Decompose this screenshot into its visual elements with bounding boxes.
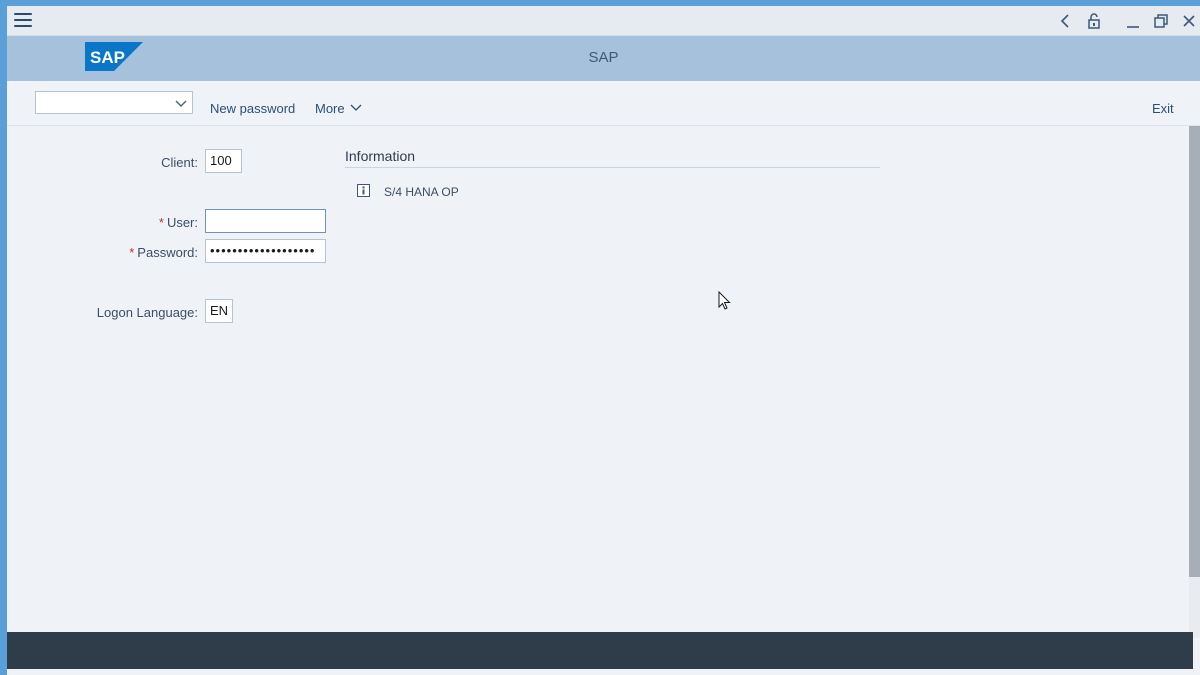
restore-icon[interactable] xyxy=(1151,11,1171,31)
more-label: More xyxy=(315,101,345,116)
user-label: * User: xyxy=(159,215,198,230)
required-marker: * xyxy=(129,245,135,260)
user-field[interactable] xyxy=(205,209,326,233)
logon-language-field[interactable]: EN xyxy=(205,299,233,323)
mouse-pointer-icon xyxy=(718,290,732,316)
chevron-down-icon xyxy=(174,96,188,115)
status-bar xyxy=(7,632,1193,669)
scrollbar-thumb[interactable] xyxy=(1189,126,1200,577)
logon-language-label: Logon Language: xyxy=(96,305,198,320)
unlock-icon[interactable] xyxy=(1084,11,1104,31)
transaction-code-dropdown[interactable] xyxy=(35,91,193,114)
title-bar xyxy=(7,6,1200,36)
user-label-text: User: xyxy=(166,215,198,230)
more-menu-button[interactable]: More xyxy=(315,101,362,116)
password-field[interactable]: ••••••••••••••••••• xyxy=(205,239,326,263)
app-header: SAP SAP xyxy=(7,36,1200,81)
information-heading: Information xyxy=(345,148,416,164)
required-marker: * xyxy=(158,215,164,230)
page-title: SAP xyxy=(588,49,619,66)
password-label: * Password: xyxy=(129,245,198,260)
exit-button[interactable]: Exit xyxy=(1152,101,1174,116)
sap-logon-window: SAP SAP New password More Exit Client: 1… xyxy=(7,6,1200,675)
client-field[interactable]: 100 xyxy=(205,149,242,173)
divider xyxy=(345,167,880,168)
back-icon[interactable] xyxy=(1056,11,1076,31)
logon-content: Client: 100 * User: * Password: ••••••••••… xyxy=(7,126,1189,638)
menu-icon[interactable] xyxy=(14,13,32,27)
chevron-down-icon xyxy=(350,104,362,111)
system-info-text: S/4 HANA OP xyxy=(384,185,459,199)
password-label-text: Password: xyxy=(137,245,198,260)
toolbar: New password More Exit xyxy=(7,81,1200,126)
new-password-button[interactable]: New password xyxy=(210,101,295,116)
info-icon xyxy=(357,184,370,202)
minimize-icon[interactable] xyxy=(1123,11,1143,31)
close-icon[interactable] xyxy=(1179,11,1199,31)
client-label: Client: xyxy=(161,155,198,170)
